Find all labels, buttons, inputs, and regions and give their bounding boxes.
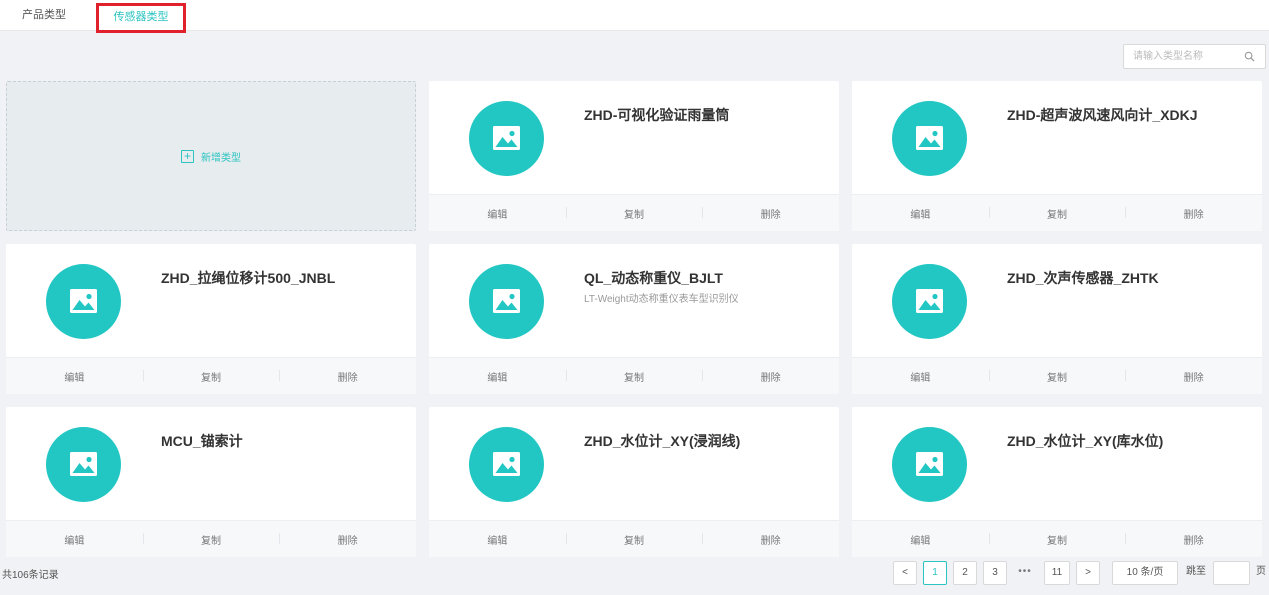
- card-title: ZHD_拉绳位移计500_JNBL: [161, 270, 336, 286]
- card-title: ZHD_水位计_XY(库水位): [1007, 433, 1164, 449]
- add-type-label: 新增类型: [201, 152, 241, 164]
- image-placeholder-icon: [46, 427, 121, 502]
- card-title: ZHD-超声波风速风向计_XDKJ: [1007, 107, 1198, 123]
- add-type-button[interactable]: + 新增类型: [181, 149, 241, 164]
- tab-sensor-type[interactable]: 传感器类型: [96, 3, 186, 33]
- card-title: MCU_锚索计: [161, 433, 243, 449]
- delete-button[interactable]: 删除: [279, 532, 416, 547]
- tab-bar: 产品类型 传感器类型: [0, 0, 1269, 33]
- sensor-type-card: ZHD_次声传感器_ZHTK 编辑 复制 删除: [852, 244, 1262, 394]
- edit-button[interactable]: 编辑: [429, 369, 566, 384]
- copy-button[interactable]: 复制: [142, 369, 280, 384]
- search-box: [1123, 44, 1266, 69]
- jump-label: 跳至: [1186, 566, 1206, 577]
- plus-icon: +: [181, 149, 194, 163]
- delete-button[interactable]: 删除: [1125, 532, 1262, 547]
- edit-button[interactable]: 编辑: [852, 369, 989, 384]
- delete-button[interactable]: 删除: [1125, 369, 1262, 384]
- image-placeholder-icon: [892, 264, 967, 339]
- page-1-button[interactable]: 1: [923, 561, 947, 585]
- sensor-type-card: ZHD-超声波风速风向计_XDKJ 编辑 复制 删除: [852, 81, 1262, 231]
- jump-page-input[interactable]: [1213, 561, 1250, 585]
- copy-button[interactable]: 复制: [565, 206, 703, 221]
- delete-button[interactable]: 删除: [702, 369, 839, 384]
- card-actions: 编辑 复制 删除: [6, 357, 416, 394]
- card-subtitle: LT-Weight动态称重仪表车型识别仪: [584, 294, 739, 305]
- image-placeholder-icon: [469, 427, 544, 502]
- copy-button[interactable]: 复制: [988, 532, 1126, 547]
- copy-button[interactable]: 复制: [988, 369, 1126, 384]
- edit-button[interactable]: 编辑: [429, 532, 566, 547]
- delete-button[interactable]: 删除: [702, 206, 839, 221]
- page-2-button[interactable]: 2: [953, 561, 977, 585]
- card-title: ZHD_次声传感器_ZHTK: [1007, 270, 1159, 286]
- next-page-button[interactable]: >: [1076, 561, 1100, 585]
- image-placeholder-icon: [892, 101, 967, 176]
- add-type-card[interactable]: + 新增类型: [6, 81, 416, 231]
- edit-button[interactable]: 编辑: [852, 532, 989, 547]
- edit-button[interactable]: 编辑: [6, 532, 143, 547]
- card-actions: 编辑 复制 删除: [852, 357, 1262, 394]
- sensor-type-card: MCU_锚索计 编辑 复制 删除: [6, 407, 416, 557]
- edit-button[interactable]: 编辑: [852, 206, 989, 221]
- card-title: ZHD_水位计_XY(浸润线): [584, 433, 741, 449]
- sensor-type-card: ZHD_拉绳位移计500_JNBL 编辑 复制 删除: [6, 244, 416, 394]
- page-size-select[interactable]: 10 条/页: [1112, 561, 1178, 585]
- page-suffix-label: 页: [1256, 566, 1266, 577]
- image-placeholder-icon: [469, 101, 544, 176]
- delete-button[interactable]: 删除: [279, 369, 416, 384]
- edit-button[interactable]: 编辑: [429, 206, 566, 221]
- copy-button[interactable]: 复制: [565, 532, 703, 547]
- card-actions: 编辑 复制 删除: [429, 194, 839, 231]
- copy-button[interactable]: 复制: [988, 206, 1126, 221]
- delete-button[interactable]: 删除: [702, 532, 839, 547]
- page-3-button[interactable]: 3: [983, 561, 1007, 585]
- delete-button[interactable]: 删除: [1125, 206, 1262, 221]
- prev-page-button[interactable]: <: [893, 561, 917, 585]
- more-pages-button[interactable]: •••: [1013, 561, 1037, 585]
- pagination-bar: 共106条记录 < 1 2 3 ••• 11 > 10 条/页 跳至 页: [0, 550, 1269, 595]
- sensor-type-card: QL_动态称重仪_BJLT LT-Weight动态称重仪表车型识别仪 编辑 复制…: [429, 244, 839, 394]
- card-actions: 编辑 复制 删除: [429, 357, 839, 394]
- card-title: ZHD-可视化验证雨量筒: [584, 107, 730, 123]
- image-placeholder-icon: [46, 264, 121, 339]
- sensor-type-card: ZHD-可视化验证雨量筒 编辑 复制 删除: [429, 81, 839, 231]
- edit-button[interactable]: 编辑: [6, 369, 143, 384]
- copy-button[interactable]: 复制: [142, 532, 280, 547]
- search-input[interactable]: [1124, 45, 1239, 68]
- copy-button[interactable]: 复制: [565, 369, 703, 384]
- page-11-button[interactable]: 11: [1044, 561, 1070, 585]
- image-placeholder-icon: [469, 264, 544, 339]
- sensor-type-card: ZHD_水位计_XY(库水位) 编辑 复制 删除: [852, 407, 1262, 557]
- sensor-type-card: ZHD_水位计_XY(浸润线) 编辑 复制 删除: [429, 407, 839, 557]
- tab-product-type[interactable]: 产品类型: [22, 0, 66, 31]
- image-placeholder-icon: [892, 427, 967, 502]
- card-actions: 编辑 复制 删除: [852, 194, 1262, 231]
- card-title: QL_动态称重仪_BJLT: [584, 270, 723, 286]
- search-icon[interactable]: [1244, 51, 1255, 62]
- total-count: 共106条记录: [2, 570, 59, 581]
